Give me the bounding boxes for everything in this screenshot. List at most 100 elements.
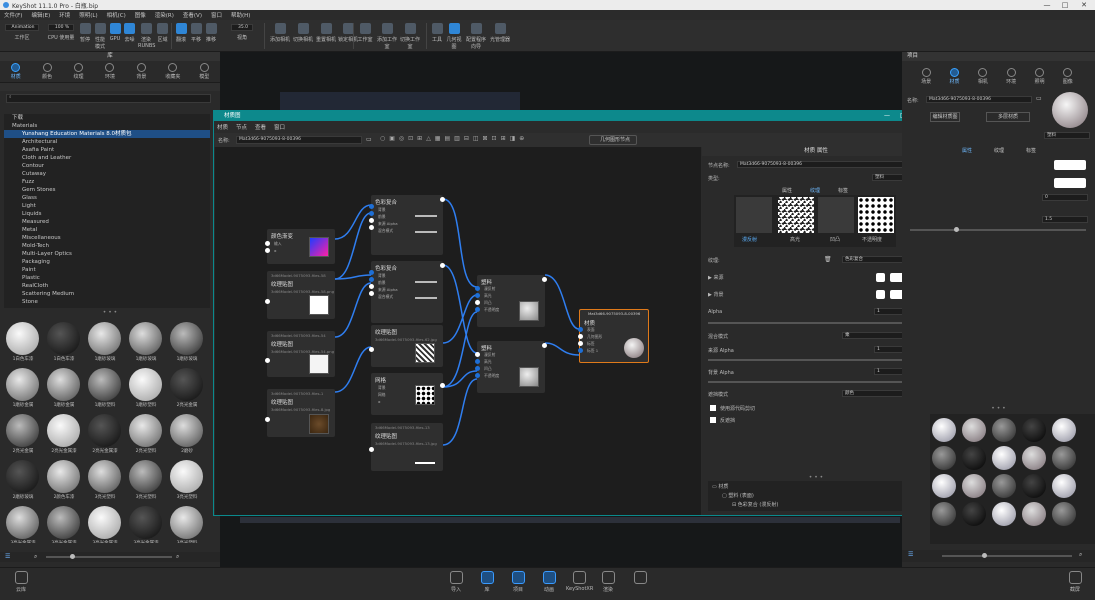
input-port[interactable] — [265, 248, 270, 253]
tree-item[interactable]: Asafia Paint — [4, 146, 210, 154]
slot-bump-preview[interactable] — [818, 197, 854, 233]
material-swatch[interactable] — [129, 368, 162, 401]
tree-item[interactable]: Scattering Medium — [4, 290, 210, 298]
tree-item[interactable]: Gem Stones — [4, 186, 210, 194]
multi-material-button[interactable]: 多层材质 — [986, 112, 1030, 122]
fov-field[interactable]: 35.0 — [231, 24, 253, 31]
input-port[interactable] — [475, 293, 480, 298]
cpu-usage-control[interactable]: 100 % CPU 使用量 — [44, 21, 78, 51]
tab-textures[interactable]: 纹理 — [994, 147, 1004, 154]
tab-properties[interactable]: 属性 — [782, 187, 792, 194]
tree-item[interactable]: Packaging — [4, 258, 210, 266]
clip-source-checkbox[interactable] — [710, 405, 716, 411]
tree-item[interactable]: Cloth and Leather — [4, 154, 210, 162]
tree-item[interactable]: Fuzz — [4, 178, 210, 186]
tab-colors[interactable]: 颜色 — [31, 61, 62, 82]
material-swatch[interactable] — [47, 506, 80, 539]
geometry-view-button[interactable]: 几何视图 — [445, 21, 463, 51]
thumbnail-size-slider[interactable] — [46, 554, 172, 559]
scene-material-thumb[interactable] — [1052, 502, 1076, 526]
material-swatch[interactable] — [88, 506, 121, 539]
node-texture-map[interactable]: 3d66Model-9075093-files-54 纹理贴图 3d66Mode… — [265, 331, 335, 377]
input-port[interactable] — [475, 352, 480, 357]
view-toggle-icon[interactable]: ☰ — [908, 551, 913, 558]
input-port[interactable] — [475, 307, 480, 312]
project-type-select[interactable]: 塑料 — [1044, 132, 1090, 139]
slot-opacity-preview[interactable] — [858, 197, 894, 233]
library-button[interactable]: 库 — [474, 571, 500, 593]
input-port[interactable] — [369, 277, 374, 282]
material-swatch[interactable] — [129, 322, 162, 355]
menu-render[interactable]: 渲染(R) — [155, 11, 174, 19]
material-swatch[interactable] — [170, 460, 203, 493]
studio-button[interactable]: 工作室 — [355, 21, 375, 51]
add-studio-button[interactable]: 添加工作室 — [376, 21, 398, 51]
library-tree[interactable]: 下载 Materials Yunshang Education Material… — [4, 114, 210, 308]
tree-item[interactable]: Stone — [4, 298, 210, 306]
configurator-wizard-button[interactable]: 配置程序向导 — [464, 21, 488, 51]
light-manager-button[interactable]: 光管理器 — [489, 21, 511, 51]
input-port[interactable] — [369, 291, 374, 296]
minimize-button[interactable]: — — [1040, 0, 1054, 10]
input-port[interactable] — [265, 241, 270, 246]
input-port[interactable] — [369, 225, 374, 230]
tree-item-selected[interactable]: Yunshang Education Materials 8.0材质包 — [4, 130, 210, 138]
scene-material-thumb[interactable] — [992, 502, 1016, 526]
scene-material-thumb[interactable] — [962, 418, 986, 442]
material-swatch[interactable] — [129, 460, 162, 493]
tree-item[interactable]: Liquids — [4, 210, 210, 218]
scene-material-thumb[interactable] — [962, 446, 986, 470]
input-port[interactable] — [578, 341, 583, 346]
zoom-in-icon[interactable]: ⌕ — [1079, 551, 1082, 559]
material-swatch[interactable] — [88, 460, 121, 493]
maximize-button[interactable]: □ — [1058, 0, 1072, 10]
mg-menu-material[interactable]: 材质 — [217, 123, 228, 131]
pan-button[interactable]: 平移 — [189, 21, 203, 51]
input-port[interactable] — [369, 204, 374, 209]
menu-window[interactable]: 窗口 — [211, 11, 222, 19]
scene-material-thumb[interactable] — [992, 418, 1016, 442]
switch-studio-button[interactable]: 切换工作室 — [399, 21, 421, 51]
fov-control[interactable]: 35.0 视角 — [223, 21, 261, 51]
tab-models[interactable]: 模型 — [189, 61, 220, 82]
workspace-select[interactable]: Animation — [5, 24, 39, 31]
roughness-input[interactable]: 0 — [1042, 194, 1088, 201]
alpha-slider[interactable] — [708, 320, 920, 325]
dolly-button[interactable]: 推移 — [204, 21, 218, 51]
region-button[interactable]: 区域 — [155, 21, 170, 51]
tab-lighting[interactable]: 照明 — [1025, 66, 1053, 88]
menu-environment[interactable]: 环境 — [59, 11, 70, 19]
menu-camera[interactable]: 相机(C) — [107, 11, 126, 19]
window-minimize-icon[interactable]: — — [884, 112, 890, 119]
save-icon[interactable]: ▭ — [366, 136, 372, 143]
tab-environments[interactable]: 环境 — [94, 61, 125, 82]
tree-item[interactable]: Paint — [4, 266, 210, 274]
tree-item[interactable]: Multi-Layer Optics — [4, 250, 210, 258]
material-swatch[interactable] — [6, 322, 39, 355]
material-swatch[interactable] — [47, 460, 80, 493]
pause-button[interactable]: 暂停 — [77, 21, 93, 51]
material-swatch[interactable] — [170, 322, 203, 355]
node-plastic[interactable]: 塑料 漫反射 高光 凹凸 不透明度 — [475, 341, 547, 393]
scene-material-thumb[interactable] — [962, 474, 986, 498]
tree-item[interactable]: Materials — [4, 122, 210, 130]
input-port[interactable] — [369, 270, 374, 275]
denoise-button[interactable]: 去噪 — [122, 21, 137, 51]
performance-mode-button[interactable]: 性能模式 — [93, 21, 107, 51]
tree-row-plastic[interactable]: ▢ 塑料 (表面) — [722, 492, 754, 499]
background-section[interactable]: ▶ 背景 — [708, 291, 723, 298]
output-port[interactable] — [440, 197, 445, 202]
zoom-out-icon[interactable]: ⌕ — [34, 553, 37, 561]
diffuse-color-bar[interactable] — [1054, 160, 1086, 170]
material-swatch[interactable] — [170, 368, 203, 401]
material-preview-ball[interactable] — [1052, 92, 1088, 128]
tab-environment[interactable]: 环境 — [997, 66, 1025, 88]
tree-item[interactable]: Plastic — [4, 274, 210, 282]
input-port[interactable] — [369, 347, 374, 352]
tab-textures[interactable]: 纹理 — [810, 187, 820, 194]
output-port[interactable] — [440, 383, 445, 388]
tree-item[interactable]: 下载 — [4, 114, 210, 122]
material-swatch[interactable] — [170, 414, 203, 447]
save-icon[interactable]: ▭ — [1036, 95, 1042, 102]
mg-menu-window[interactable]: 窗口 — [274, 123, 285, 131]
